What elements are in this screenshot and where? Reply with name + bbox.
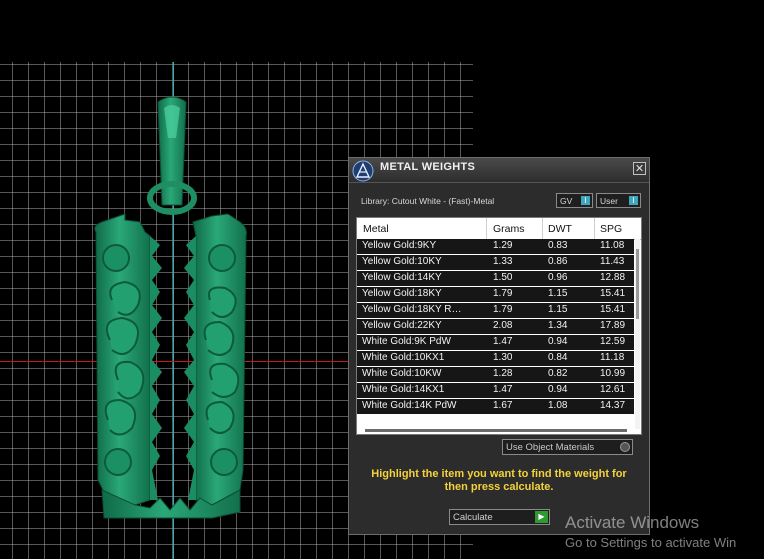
table-row[interactable]: White Gold:9K PdW 1.47 0.94 12.59 [357, 335, 634, 351]
cell-spg: 12.88 [600, 272, 626, 283]
close-icon: ✕ [634, 163, 645, 175]
cell-metal: Yellow Gold:10KY [362, 256, 442, 267]
cell-dwt: 0.94 [548, 336, 568, 347]
cell-dwt: 0.83 [548, 240, 568, 251]
watermark-subtitle: Go to Settings to activate Win [565, 535, 737, 550]
cell-grams: 1.30 [493, 352, 513, 363]
cell-grams: 1.29 [493, 240, 513, 251]
cell-grams: 1.33 [493, 256, 513, 267]
cell-grams: 1.47 [493, 336, 513, 347]
cell-spg: 17.89 [600, 320, 626, 331]
column-header-metal[interactable]: Metal [363, 223, 389, 235]
cell-spg: 12.61 [600, 384, 626, 395]
table-row[interactable]: Yellow Gold:9KY 1.29 0.83 11.08 [357, 239, 634, 255]
table-row[interactable]: White Gold:14K PdW 1.67 1.08 14.37 [357, 399, 634, 415]
cell-metal: White Gold:14K PdW [362, 400, 457, 411]
dialog-titlebar[interactable]: METAL WEIGHTS ✕ [349, 158, 649, 183]
gv-toggle[interactable]: GV I [556, 193, 593, 208]
cell-grams: 1.47 [493, 384, 513, 395]
table-row[interactable]: Yellow Gold:10KY 1.33 0.86 11.43 [357, 255, 634, 271]
cell-metal: White Gold:9K PdW [362, 336, 451, 347]
cell-dwt: 1.15 [548, 288, 568, 299]
cell-spg: 11.18 [600, 352, 625, 363]
cell-metal: White Gold:10KX1 [362, 352, 445, 363]
cell-metal: Yellow Gold:18KY R… [362, 304, 462, 315]
calculate-label: Calculate [453, 512, 493, 523]
cell-metal: Yellow Gold:22KY [362, 320, 442, 331]
table-row[interactable]: Yellow Gold:22KY 2.08 1.34 17.89 [357, 319, 634, 335]
cell-grams: 1.79 [493, 288, 513, 299]
cell-spg: 11.43 [600, 256, 625, 267]
table-row[interactable]: White Gold:10KW 1.28 0.82 10.99 [357, 367, 634, 383]
cell-dwt: 1.34 [548, 320, 568, 331]
close-button[interactable]: ✕ [633, 162, 646, 175]
cell-metal: White Gold:14KX1 [362, 384, 445, 395]
cell-grams: 1.28 [493, 368, 513, 379]
cell-spg: 15.41 [600, 288, 626, 299]
cell-spg: 15.41 [600, 304, 626, 315]
metal-weights-dialog: METAL WEIGHTS ✕ Library: Cutout White - … [348, 157, 650, 535]
cell-grams: 1.50 [493, 272, 513, 283]
cell-grams: 1.79 [493, 304, 513, 315]
table-row[interactable]: White Gold:10KX1 1.30 0.84 11.18 [357, 351, 634, 367]
instruction-text: Highlight the item you want to find the … [371, 468, 627, 493]
cell-dwt: 0.94 [548, 384, 568, 395]
app-logo-icon [352, 160, 374, 182]
table-row[interactable]: Yellow Gold:18KY R… 1.79 1.15 15.41 [357, 303, 634, 319]
column-divider [542, 218, 543, 239]
cell-dwt: 0.84 [548, 352, 568, 363]
cell-dwt: 0.96 [548, 272, 568, 283]
cell-metal: Yellow Gold:18KY [362, 288, 442, 299]
cell-dwt: 1.08 [548, 400, 568, 411]
cell-spg: 10.99 [600, 368, 626, 379]
cell-dwt: 1.15 [548, 304, 568, 315]
cell-metal: Yellow Gold:9KY [362, 240, 437, 251]
cell-spg: 12.59 [600, 336, 626, 347]
cell-spg: 11.08 [600, 240, 625, 251]
column-header-spg[interactable]: SPG [600, 223, 622, 235]
object-materials-dropdown[interactable]: Use Object Materials [502, 439, 633, 455]
user-toggle[interactable]: User I [596, 193, 641, 208]
user-toggle-label: User [600, 196, 618, 206]
column-header-dwt[interactable]: DWT [548, 223, 572, 235]
dialog-title: METAL WEIGHTS [380, 161, 476, 173]
column-divider [486, 218, 487, 239]
table-row[interactable]: White Gold:14KX1 1.47 0.94 12.61 [357, 383, 634, 399]
cell-dwt: 0.86 [548, 256, 568, 267]
toggle-switch-icon: I [581, 196, 590, 205]
metal-weights-table[interactable]: Metal Grams DWT SPG Yellow Gold:9KY 1.29 0… [356, 217, 642, 435]
scrollbar-thumb[interactable] [636, 249, 639, 319]
play-arrow-icon: ▶ [535, 511, 548, 523]
watermark-title: Activate Windows [565, 513, 700, 532]
library-label: Library: Cutout White - (Fast)-Metal [361, 196, 495, 206]
cell-metal: White Gold:10KW [362, 368, 442, 379]
cell-dwt: 0.82 [548, 368, 568, 379]
cell-metal: Yellow Gold:14KY [362, 272, 442, 283]
calculate-button[interactable]: Calculate ▶ [449, 509, 550, 525]
vertical-scrollbar[interactable] [635, 239, 640, 429]
cell-spg: 14.37 [600, 400, 626, 411]
horizontal-scrollbar[interactable] [365, 429, 627, 432]
cell-grams: 1.67 [493, 400, 513, 411]
cell-grams: 2.08 [493, 320, 513, 331]
gv-toggle-label: GV [560, 196, 573, 206]
column-header-grams[interactable]: Grams [493, 223, 525, 235]
activate-windows-watermark: Activate Windows Go to Settings to activ… [565, 513, 736, 550]
table-header: Metal Grams DWT SPG [357, 218, 641, 240]
table-row[interactable]: Yellow Gold:14KY 1.50 0.96 12.88 [357, 271, 634, 287]
table-row[interactable]: Yellow Gold:18KY 1.79 1.15 15.41 [357, 287, 634, 303]
column-divider [594, 218, 595, 239]
dropdown-label: Use Object Materials [506, 442, 595, 453]
toggle-switch-icon: I [629, 196, 638, 205]
dropdown-icon [620, 442, 630, 452]
